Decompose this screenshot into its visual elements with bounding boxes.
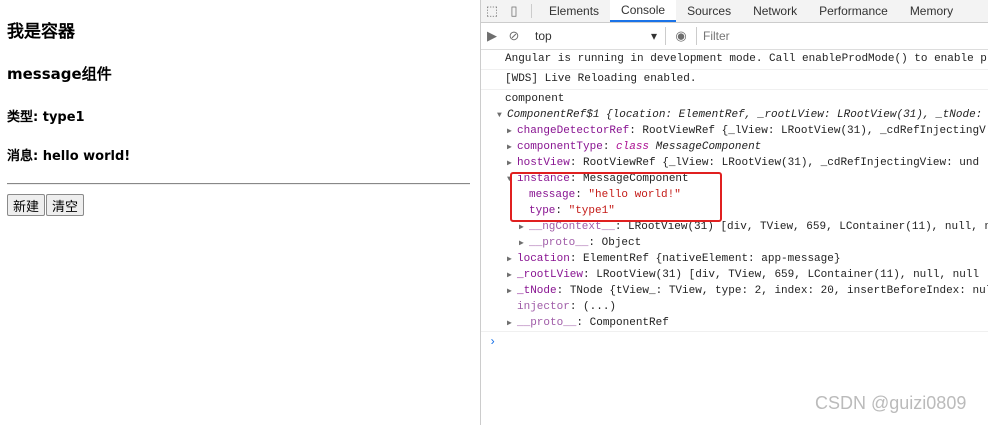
tab-console[interactable]: Console	[610, 0, 677, 22]
tree-key: injector	[517, 301, 570, 313]
prompt-chevron-icon: ›	[489, 335, 497, 349]
clear-button[interactable]: 清空	[46, 194, 85, 216]
console-message: [WDS] Live Reloading enabled.	[481, 70, 988, 90]
divider	[665, 27, 666, 45]
tree-key: __proto__	[529, 237, 589, 249]
console-message: Angular is running in development mode. …	[481, 50, 988, 70]
collapsed-triangle-icon: ▶	[507, 143, 512, 152]
root-summary: {location: ElementRef, _rootLView: LRoot…	[599, 109, 988, 121]
tree-item[interactable]: ▶ __proto__: ComponentRef	[505, 315, 988, 331]
collapsed-triangle-icon: ▶	[507, 127, 512, 136]
new-button[interactable]: 新建	[7, 194, 46, 216]
collapsed-triangle-icon: ▶	[519, 239, 524, 248]
watermark: CSDN @guizi0809	[815, 393, 967, 413]
tree-item[interactable]: ▶ componentType: class MessageComponent	[505, 139, 988, 155]
tree-value: MessageComponent	[649, 141, 762, 153]
tree-key: changeDetectorRef	[517, 125, 630, 137]
inspect-element-icon[interactable]: ⬚	[481, 0, 503, 22]
tree-item[interactable]: ▶ location: ElementRef {nativeElement: ap…	[505, 251, 988, 267]
divider	[696, 27, 697, 45]
tree-key: _tNode	[517, 285, 557, 297]
chevron-down-icon: ▾	[650, 29, 657, 43]
collapsed-triangle-icon: ▶	[507, 287, 512, 296]
tree-value: RootViewRef {_lView: LRootView(31), _cdR…	[583, 157, 980, 169]
tree-value: ElementRef {nativeElement: app-message}	[583, 253, 841, 265]
tree-key: location	[517, 253, 570, 265]
tree-value: RootViewRef {_lView: LRootView(31), _cdR…	[642, 125, 986, 137]
tree-item[interactable]: injector: (...)	[505, 299, 988, 315]
tree-item[interactable]: ▶ changeDetectorRef: RootViewRef {_lView:…	[505, 123, 988, 139]
highlight-box	[510, 172, 722, 222]
tree-item[interactable]: ▶ hostView: RootViewRef {_lView: LRootVie…	[505, 155, 988, 171]
collapsed-triangle-icon: ▶	[507, 159, 512, 168]
console-prompt[interactable]: ›	[481, 331, 988, 352]
type-label: 类型: type1	[7, 110, 85, 125]
tree-item[interactable]: ▶ __proto__: Object	[505, 235, 988, 251]
tree-key: _rootLView	[517, 269, 584, 281]
tab-performance[interactable]: Performance	[808, 0, 899, 22]
tree-value: (...)	[583, 301, 617, 313]
tree-value: Object	[601, 237, 642, 249]
tree-key: __proto__	[517, 317, 577, 329]
page-heading: 我是容器	[7, 22, 75, 42]
divider	[7, 183, 470, 185]
expanded-triangle-icon: ▼	[497, 111, 502, 120]
clear-console-icon[interactable]: ⊘	[503, 28, 525, 44]
tab-sources[interactable]: Sources	[676, 0, 742, 22]
app-page: 我是容器 message组件 类型: type1 消息: hello world…	[0, 0, 480, 425]
context-selector[interactable]: top ▾	[531, 27, 661, 45]
tree-item[interactable]: ▶ _tNode: TNode {tView_: TView, type: 2, …	[505, 283, 988, 299]
filter-input[interactable]	[701, 25, 945, 47]
tree-root[interactable]: ▼ ComponentRef$1 {location: ElementRef, _…	[497, 107, 988, 123]
tree-value: LRootView(31) [div, TView, 659, LContain…	[596, 269, 980, 281]
tree-value: TNode {tView_: TView, type: 2, index: 20…	[569, 285, 988, 297]
collapsed-triangle-icon: ▶	[519, 223, 524, 232]
tab-memory[interactable]: Memory	[899, 0, 964, 22]
context-label: top	[535, 29, 552, 43]
collapsed-triangle-icon: ▶	[507, 255, 512, 264]
divider	[531, 4, 532, 18]
sidebar-toggle-icon[interactable]: ▶	[481, 28, 503, 44]
eye-icon[interactable]: ◉	[670, 28, 692, 44]
devtools-tabbar: ⬚ ▯ Elements Console Sources Network Per…	[481, 0, 988, 23]
tree-key: hostView	[517, 157, 570, 169]
console-message: component	[505, 93, 565, 105]
collapsed-triangle-icon: ▶	[507, 271, 512, 280]
tree-value: LRootView(31) [div, TView, 659, LContain…	[628, 221, 988, 233]
collapsed-triangle-icon: ▶	[507, 319, 512, 328]
device-toolbar-icon[interactable]: ▯	[503, 0, 525, 22]
tree-keyword: class	[616, 141, 650, 153]
root-name: ComponentRef$1	[507, 109, 600, 121]
console-toolbar: ▶ ⊘ top ▾ ◉	[481, 23, 988, 50]
tree-key: __ngContext__	[529, 221, 615, 233]
tab-network[interactable]: Network	[742, 0, 808, 22]
tree-value: ComponentRef	[589, 317, 669, 329]
tree-key: componentType	[517, 141, 603, 153]
tree-item[interactable]: ▶ _rootLView: LRootView(31) [div, TView, …	[505, 267, 988, 283]
tab-elements[interactable]: Elements	[538, 0, 610, 22]
component-heading: message组件	[7, 65, 112, 83]
message-label: 消息: hello world!	[7, 149, 131, 164]
